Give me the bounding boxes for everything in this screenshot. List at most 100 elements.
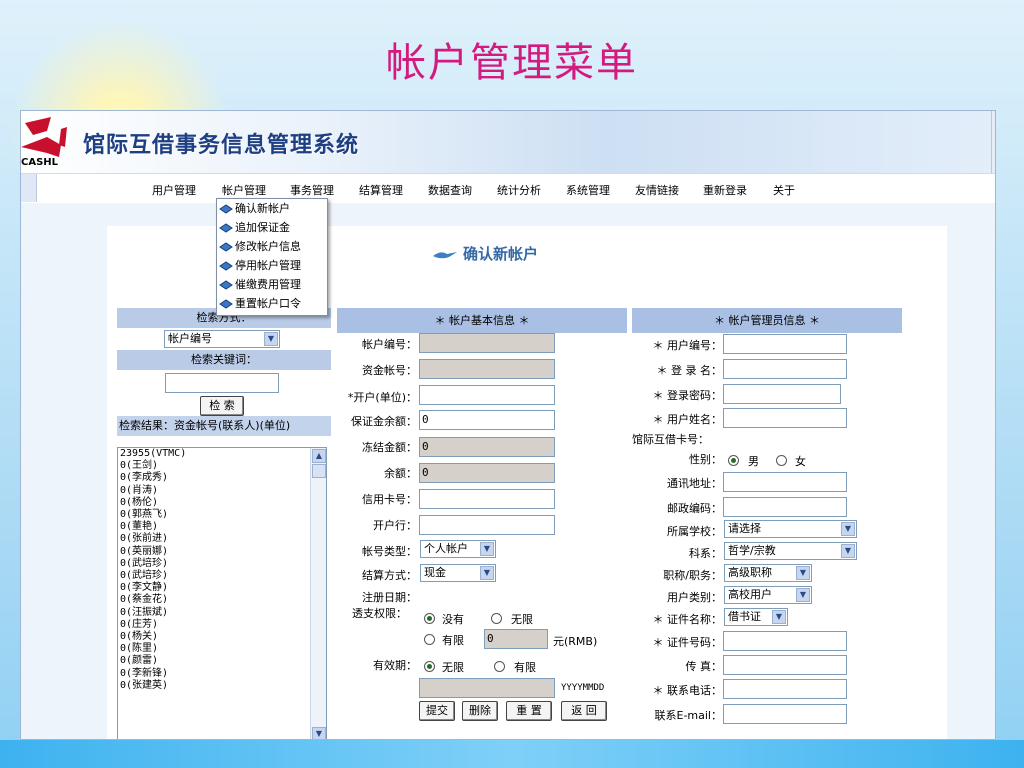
result-item[interactable]: 0(李成秀) (118, 472, 326, 484)
result-item[interactable]: 0(杨伦) (118, 497, 326, 509)
nav-data-query[interactable]: 数据查询 (428, 182, 472, 198)
frozen-input[interactable]: 0 (419, 437, 555, 457)
gender-male-radio[interactable] (728, 455, 739, 466)
menu-confirm-new-account[interactable]: 确认新帐户 (217, 199, 327, 218)
balance-input[interactable]: 0 (419, 463, 555, 483)
book-icon (219, 242, 233, 252)
result-item[interactable]: 0(郭燕飞) (118, 509, 326, 521)
nav-system-mgmt[interactable]: 系统管理 (566, 182, 610, 198)
overdraft-limited-radio[interactable] (424, 634, 435, 645)
bank-input[interactable] (419, 515, 555, 535)
result-item[interactable]: 0(肖涛) (118, 485, 326, 497)
result-item[interactable]: 0(武培珍) (118, 570, 326, 582)
password-input[interactable] (723, 384, 841, 404)
result-item[interactable]: 0(杨关) (118, 631, 326, 643)
submit-button[interactable]: 提交 (419, 701, 455, 721)
result-item[interactable]: 0(张前进) (118, 533, 326, 545)
account-no-input[interactable] (419, 333, 555, 353)
book-icon (219, 280, 233, 290)
user-no-input[interactable] (723, 334, 847, 354)
result-item[interactable]: 0(庄芳) (118, 619, 326, 631)
menu-label: 停用帐户管理 (235, 259, 301, 272)
delete-button[interactable]: 删除 (462, 701, 498, 721)
login-name-input[interactable] (723, 359, 847, 379)
deposit-balance-input[interactable]: 0 (419, 410, 555, 430)
scroll-up-icon[interactable]: ▲ (312, 449, 326, 463)
overdraft-amount-input[interactable]: 0 (484, 629, 548, 649)
result-item[interactable]: 0(李新锋) (118, 668, 326, 680)
menu-edit-account[interactable]: 修改帐户信息 (217, 237, 327, 256)
settle-select[interactable]: 现金 ▼ (420, 564, 496, 582)
reg-date-label: 注册日期： (362, 591, 417, 604)
id-type-select[interactable]: 借书证 ▼ (724, 608, 788, 626)
school-select[interactable]: 请选择 ▼ (724, 520, 857, 538)
discipline-select[interactable]: 哲学/宗教 ▼ (724, 542, 857, 560)
gender-female-radio[interactable] (776, 455, 787, 466)
reset-button[interactable]: 重 置 (506, 701, 552, 721)
slide-title: 帐户管理菜单 (386, 40, 638, 86)
banner-scrollbar[interactable] (991, 111, 995, 173)
results-scrollbar[interactable]: ▲ ▼ (310, 448, 326, 739)
scroll-thumb[interactable] (312, 464, 326, 478)
title-value: 高级职称 (728, 566, 772, 579)
chevron-down-icon: ▼ (480, 542, 494, 556)
validity-unlimited-label: 无限 (442, 661, 464, 674)
account-type-select[interactable]: 个人帐户 ▼ (420, 540, 496, 558)
validity-unlimited-radio[interactable] (424, 661, 435, 672)
nav-left-tab (21, 174, 37, 202)
nav-links[interactable]: 友情链接 (635, 182, 679, 198)
validity-limited-radio[interactable] (494, 661, 505, 672)
result-item[interactable]: 0(蔡金花) (118, 594, 326, 606)
user-name-input[interactable] (723, 408, 847, 428)
nav-account-mgmt[interactable]: 帐户管理 (222, 182, 266, 198)
menu-add-deposit[interactable]: 追加保证金 (217, 218, 327, 237)
search-method-select[interactable]: 帐户编号 ▼ (164, 330, 280, 348)
card-no-label: 信用卡号： (362, 493, 417, 506)
opener-input[interactable] (419, 385, 555, 405)
nav-about[interactable]: 关于 (773, 182, 795, 198)
card-no-input[interactable] (419, 489, 555, 509)
fax-input[interactable] (723, 655, 847, 675)
postcode-input[interactable] (723, 497, 847, 517)
results-list[interactable]: 23955(VTMC) 0(王剑) 0(李成秀) 0(肖涛) 0(杨伦) 0(郭燕飞) 0(… (117, 447, 327, 739)
id-no-input[interactable] (723, 631, 847, 651)
menu-disable-account[interactable]: 停用帐户管理 (217, 256, 327, 275)
result-item[interactable]: 0(董艳) (118, 521, 326, 533)
result-item[interactable]: 23955(VTMC) (118, 448, 326, 460)
nav-affair-mgmt[interactable]: 事务管理 (290, 182, 334, 198)
chevron-down-icon: ▼ (796, 566, 810, 580)
result-item[interactable]: 0(王剑) (118, 460, 326, 472)
phone-input[interactable] (723, 679, 847, 699)
result-item[interactable]: 0(英丽娜) (118, 546, 326, 558)
nav-settle-mgmt[interactable]: 结算管理 (359, 182, 403, 198)
menu-reset-password[interactable]: 重置帐户口令 (217, 294, 327, 313)
user-type-value: 高校用户 (728, 588, 772, 601)
keyword-input[interactable] (165, 373, 279, 393)
validity-date-input[interactable] (419, 678, 555, 698)
address-input[interactable] (723, 472, 847, 492)
result-item[interactable]: 0(汪振斌) (118, 607, 326, 619)
fund-no-input[interactable] (419, 359, 555, 379)
result-item[interactable]: 0(颜雷) (118, 655, 326, 667)
result-item[interactable]: 0(武培珍) (118, 558, 326, 570)
search-button[interactable]: 检 索 (200, 396, 244, 416)
discipline-value: 哲学/宗教 (728, 544, 776, 557)
back-button[interactable]: 返 回 (561, 701, 607, 721)
result-item[interactable]: 0(张建英) (118, 680, 326, 692)
result-item[interactable]: 0(李文静) (118, 582, 326, 594)
title-select[interactable]: 高级职称 ▼ (724, 564, 812, 582)
nav-relogin[interactable]: 重新登录 (703, 182, 747, 198)
nav-user-mgmt[interactable]: 用户管理 (152, 182, 196, 198)
email-input[interactable] (723, 704, 847, 724)
balance-label: 余额： (384, 467, 417, 480)
scroll-down-icon[interactable]: ▼ (312, 727, 326, 739)
overdraft-none-radio[interactable] (424, 613, 435, 624)
app-screenshot: CASHL 馆际互借事务信息管理系统 用户管理 帐户管理 事务管理 结算管理 数… (20, 110, 996, 740)
nav-statistics[interactable]: 统计分析 (497, 182, 541, 198)
menu-dunning[interactable]: 催缴费用管理 (217, 275, 327, 294)
result-item[interactable]: 0(陈里) (118, 643, 326, 655)
book-icon (219, 204, 233, 214)
overdraft-unlimited-radio[interactable] (491, 613, 502, 624)
user-type-select[interactable]: 高校用户 ▼ (724, 586, 812, 604)
fax-label: 传 真： (685, 660, 723, 673)
